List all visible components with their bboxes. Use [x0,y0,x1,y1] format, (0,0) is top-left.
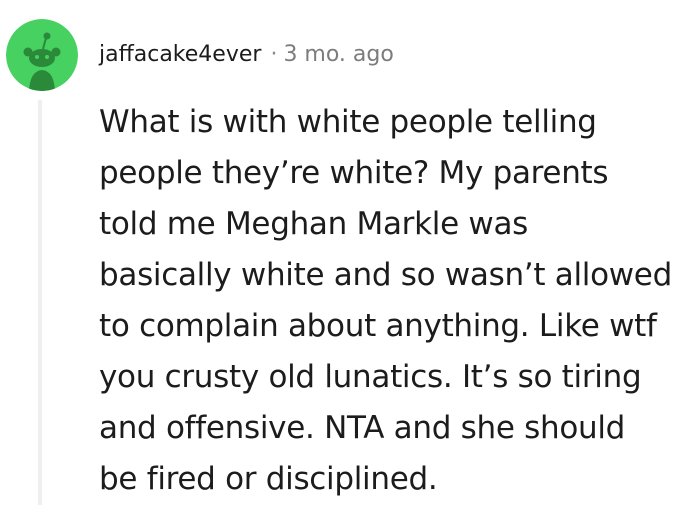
user-avatar[interactable] [6,19,78,91]
comment-body-line: be fired or disciplined. [99,461,438,497]
comment-body-line: to complain about anything. Like wtf [99,308,657,344]
comment-body-line: you crusty old lunatics. It’s so tiring [99,359,642,395]
comment-header: jaffacake4ever · 3 mo. ago [99,39,394,69]
comment-timestamp[interactable]: 3 mo. ago [283,42,393,67]
comment-body-line: told me Meghan Markle was [99,206,529,242]
comment-body-line: basically white and so wasn’t allowed [99,257,672,293]
comment-body-line: and offensive. NTA and she should [99,410,626,446]
author-username[interactable]: jaffacake4ever [99,42,261,67]
comment-body-line: What is with white people telling [99,104,597,140]
snoo-avatar-icon [6,19,78,91]
separator-dot: · [270,41,278,67]
comment-body-line: people they’re white? My parents [99,155,609,191]
thread-collapse-line[interactable] [38,100,42,505]
comment: jaffacake4ever · 3 mo. ago What is with … [0,0,700,505]
comment-body: What is with white people telling people… [99,97,699,505]
